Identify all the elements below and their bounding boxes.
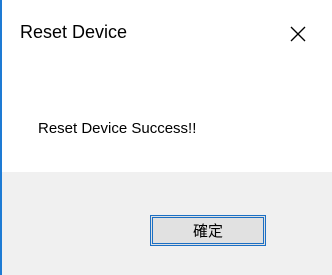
close-button[interactable]	[278, 14, 318, 54]
ok-button[interactable]: 確定	[150, 215, 266, 246]
reset-device-dialog: Reset Device Reset Device Success!! 確定	[0, 0, 332, 275]
close-icon	[290, 26, 306, 42]
dialog-title: Reset Device	[20, 22, 128, 42]
dialog-message: Reset Device Success!!	[38, 120, 197, 137]
